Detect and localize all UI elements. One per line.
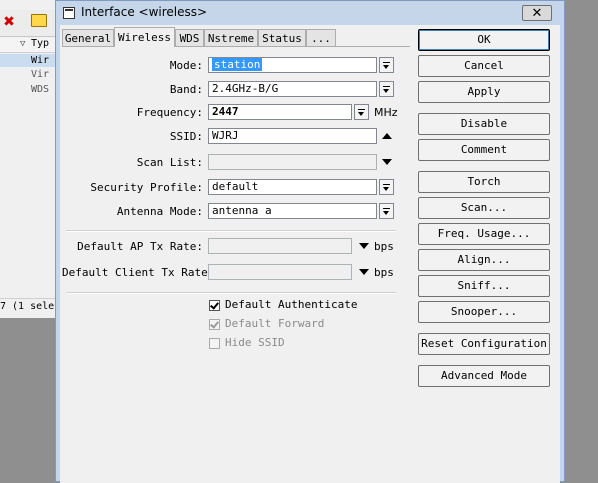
checkmark-icon [210, 300, 219, 310]
expand-down-icon[interactable] [359, 269, 369, 275]
separator [66, 230, 396, 232]
antenna-mode-select[interactable]: antenna a [208, 203, 377, 219]
antenna-mode-dropdown-icon[interactable] [379, 203, 394, 219]
reset-configuration-button[interactable]: Reset Configuration [418, 333, 550, 355]
comment-button[interactable]: Comment [418, 139, 550, 161]
snooper-button[interactable]: Snooper... [418, 301, 550, 323]
default-client-tx-rate-input[interactable] [208, 264, 352, 280]
align-button[interactable]: Align... [418, 249, 550, 271]
tab-wireless[interactable]: Wireless [114, 27, 175, 47]
scan-list-label: Scan List: [136, 156, 203, 169]
tab-general[interactable]: General [62, 29, 114, 47]
background-list-header: ▽ Typ [0, 38, 58, 53]
list-item[interactable]: Wir [31, 54, 58, 67]
window-title: Interface <wireless> [81, 5, 208, 19]
mode-label: Mode: [169, 59, 203, 72]
ap-tx-rate-unit: bps [374, 240, 394, 253]
default-ap-tx-rate-input[interactable] [208, 238, 352, 254]
tab-wds[interactable]: WDS [175, 29, 204, 47]
title-bar[interactable]: Interface <wireless> ✕ [56, 1, 564, 25]
hide-ssid-label: Hide SSID [225, 336, 285, 349]
default-forward-label: Default Forward [225, 317, 325, 330]
checkmark-icon [210, 319, 219, 329]
default-authenticate-label: Default Authenticate [225, 298, 358, 311]
sniff-button[interactable]: Sniff... [418, 275, 550, 297]
separator [66, 292, 396, 294]
hide-ssid-checkbox[interactable] [209, 338, 220, 349]
advanced-mode-button[interactable]: Advanced Mode [418, 365, 550, 387]
cancel-button[interactable]: Cancel [418, 55, 550, 77]
close-button[interactable]: ✕ [522, 5, 552, 21]
list-item[interactable]: Vir [31, 68, 58, 81]
mode-select[interactable]: station [208, 57, 377, 73]
client-tx-rate-unit: bps [374, 266, 394, 279]
mode-dropdown-icon[interactable] [379, 57, 394, 73]
expand-down-icon[interactable] [382, 159, 392, 165]
interface-dialog: Interface <wireless> ✕ General Wireless … [55, 0, 565, 483]
band-dropdown-icon[interactable] [379, 81, 394, 97]
tab-status[interactable]: Status [258, 29, 306, 47]
background-window: ✖ ▽ Typ Wir Vir WDS 7 (1 sele [0, 0, 58, 482]
frequency-label: Frequency: [136, 106, 203, 119]
collapse-up-icon[interactable] [382, 133, 392, 139]
selected-row-strip [0, 54, 31, 67]
default-forward-checkbox[interactable] [209, 319, 220, 330]
sort-icon[interactable]: ▽ [20, 39, 25, 49]
security-profile-select[interactable]: default [208, 179, 377, 195]
frequency-input[interactable]: 2447 [208, 104, 352, 120]
tab-more[interactable]: ... [306, 29, 336, 47]
apply-button[interactable]: Apply [418, 81, 550, 103]
ssid-input[interactable]: WJRJ [208, 128, 377, 144]
remove-icon[interactable]: ✖ [0, 12, 18, 32]
default-authenticate-checkbox[interactable] [209, 300, 220, 311]
frequency-dropdown-icon[interactable] [354, 104, 369, 120]
security-profile-label: Security Profile: [90, 181, 203, 194]
dialog-client-area: General Wireless WDS Nstreme Status ... … [60, 25, 560, 483]
mode-value: station [212, 58, 263, 71]
band-select[interactable]: 2.4GHz-B/G [208, 81, 377, 97]
disable-button[interactable]: Disable [418, 113, 550, 135]
background-empty-area [0, 318, 58, 482]
wireless-panel: Mode: station Band: 2.4GHz-B/G Frequency… [62, 47, 410, 483]
torch-button[interactable]: Torch [418, 171, 550, 193]
background-status-text: 7 (1 sele [0, 298, 58, 315]
ssid-label: SSID: [169, 130, 203, 143]
antenna-mode-label: Antenna Mode: [116, 205, 203, 218]
expand-down-icon[interactable] [359, 243, 369, 249]
default-client-tx-rate-label: Default Client Tx Rate: [62, 266, 215, 279]
band-label: Band: [169, 83, 203, 96]
security-profile-dropdown-icon[interactable] [379, 179, 394, 195]
frequency-unit: MHz [374, 106, 398, 119]
default-ap-tx-rate-label: Default AP Tx Rate: [77, 240, 203, 253]
list-item[interactable]: WDS [31, 83, 58, 96]
ok-button[interactable]: OK [418, 29, 550, 51]
tab-nstreme[interactable]: Nstreme [204, 29, 258, 47]
freq-usage-button[interactable]: Freq. Usage... [418, 223, 550, 245]
scan-button[interactable]: Scan... [418, 197, 550, 219]
folder-icon[interactable] [31, 14, 47, 27]
scan-list-input[interactable] [208, 154, 377, 170]
window-icon [63, 7, 75, 19]
column-header-type[interactable]: Typ [31, 38, 49, 49]
